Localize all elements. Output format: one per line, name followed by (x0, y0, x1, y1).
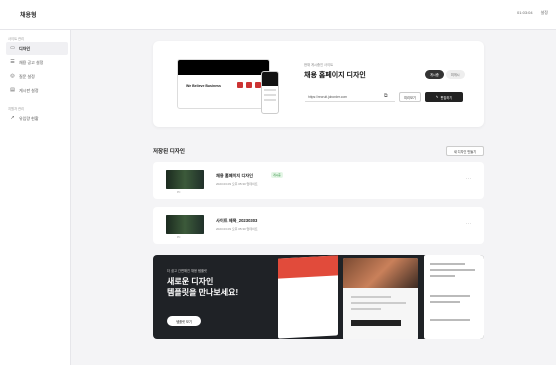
top-right-menu: 01:03:04 설정 (517, 10, 548, 16)
board-icon: ▤ (10, 87, 15, 93)
top-timer: 01:03:04 (517, 10, 533, 15)
saved-designs-title: 저장된 디자인 (153, 149, 185, 155)
chart-icon: ↗ (10, 115, 15, 121)
current-design-card: We Believe Business 현재 게시중인 사이트 채용 홈페이지 … (153, 41, 484, 127)
current-site-label: 현재 게시중인 사이트 (304, 63, 334, 67)
status-badge: 게시중 (271, 172, 283, 178)
sidebar-section-site: 사이트 관리 (8, 37, 25, 41)
toggle-published[interactable]: 게시중 (425, 70, 444, 79)
current-design-title: 채용 홈페이지 디자인 (304, 72, 366, 79)
sidebar-item-label: 채용 공고 설정 (19, 59, 44, 65)
more-options-icon[interactable]: ··· (466, 176, 473, 182)
template-preview-image (424, 255, 484, 339)
sidebar-item-label: 질문 설정 (19, 73, 35, 79)
template-preview-image (278, 255, 338, 339)
top-settings-link[interactable]: 설정 (541, 10, 548, 16)
sidebar-item-board[interactable]: ▤ 게시판 설정 (6, 84, 68, 97)
sidebar: 사이트 관리 ▭ 디자인 ☰ 채용 공고 설정 ◎ 질문 설정 ▤ 게시판 설정… (0, 30, 71, 365)
preview-button[interactable]: 미리보기 (399, 92, 421, 102)
sidebar-item-label: 디자인 (19, 45, 31, 51)
banner-kicker: 더 쉽고 간편해진 채용 템플릿 (167, 269, 208, 273)
copy-icon[interactable]: ⧉ (384, 93, 388, 99)
design-thumbnail (166, 215, 204, 234)
design-title: 사이트 제목_20230303 (216, 218, 258, 223)
edit-button[interactable]: ✎ 편집하기 (425, 92, 463, 102)
top-bar: 채용형 01:03:04 설정 (0, 0, 556, 30)
sidebar-item-label: 게시판 설정 (19, 87, 39, 93)
design-thumbnail (166, 170, 204, 189)
site-url-field[interactable]: https://recruit.joborder.com (305, 92, 395, 102)
design-list-item[interactable]: PC 사이트 제목_20230303 2023.03.09 오후 05:30 업… (153, 207, 484, 244)
question-icon: ◎ (10, 73, 15, 79)
list-icon: ☰ (10, 59, 15, 65)
brand-logo[interactable]: 채용형 (20, 10, 37, 19)
sidebar-item-label: 유입량 현황 (19, 115, 39, 121)
design-list-item[interactable]: PC 채용 홈페이지 디자인 게시중 2023.03.09 오후 05:30 업… (153, 162, 484, 199)
more-options-icon[interactable]: ··· (466, 221, 473, 227)
template-promo-banner: 더 쉽고 간편해진 채용 템플릿 새로운 디자인 템플릿을 만나보세요! 템플릿… (153, 255, 484, 339)
pencil-icon: ✎ (435, 95, 439, 99)
toggle-unpublished[interactable]: 미게시 (445, 70, 465, 79)
layout-icon: ▭ (10, 45, 15, 51)
preview-headline: We Believe Business (186, 84, 221, 88)
sidebar-item-traffic[interactable]: ↗ 유입량 현황 (6, 112, 68, 125)
sidebar-item-questions[interactable]: ◎ 질문 설정 (6, 70, 68, 83)
design-updated-date: 2023.03.09 오후 05:30 업데이트 (216, 227, 258, 231)
sidebar-item-job-posting[interactable]: ☰ 채용 공고 설정 (6, 56, 68, 69)
desktop-preview-thumbnail: We Believe Business (177, 59, 270, 109)
new-design-button[interactable]: 새 디자인 만들기 (446, 146, 484, 156)
template-preview-image (343, 258, 418, 339)
banner-title: 새로운 디자인 템플릿을 만나보세요! (167, 277, 239, 297)
sidebar-item-design[interactable]: ▭ 디자인 (6, 42, 68, 55)
publish-toggle: 게시중 미게시 (425, 70, 465, 79)
view-templates-button[interactable]: 템플릿 보기 (167, 316, 201, 326)
sidebar-section-applicants: 지원자 관리 (8, 107, 25, 111)
design-updated-date: 2023.03.09 오후 05:30 업데이트 (216, 182, 258, 186)
mobile-preview-thumbnail (261, 71, 279, 114)
design-title: 채용 홈페이지 디자인 (216, 173, 254, 178)
